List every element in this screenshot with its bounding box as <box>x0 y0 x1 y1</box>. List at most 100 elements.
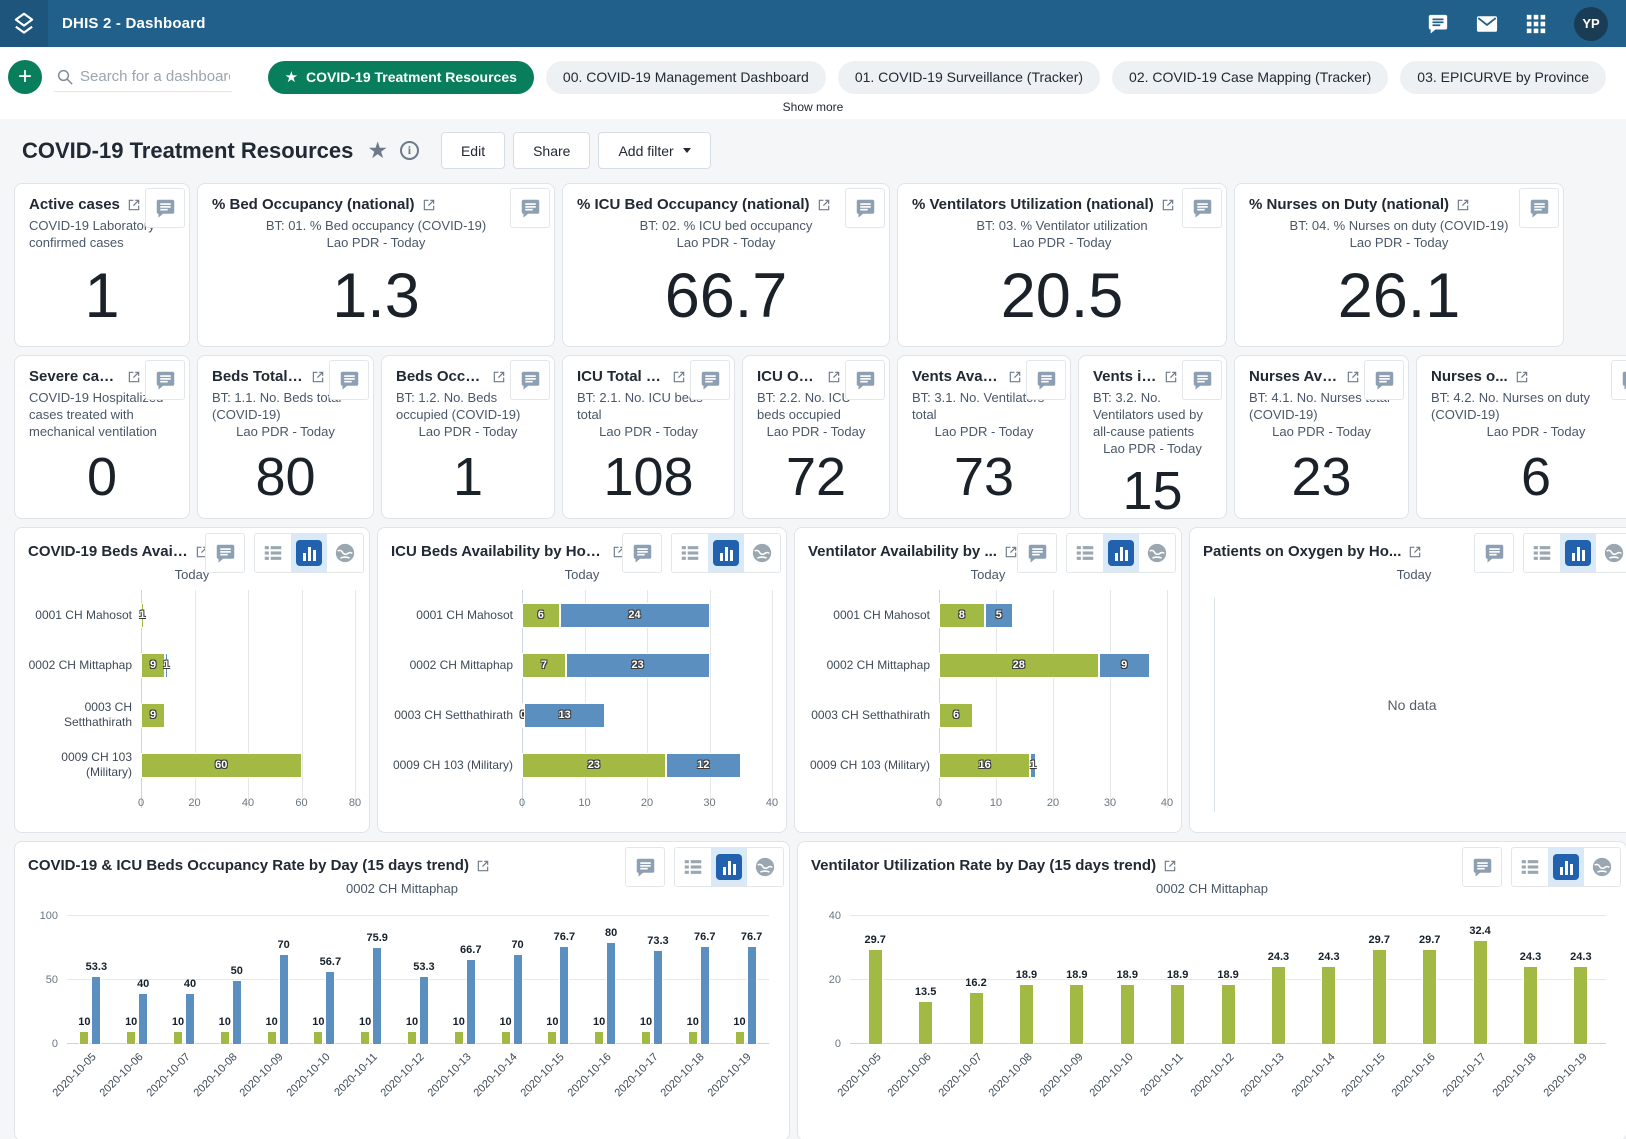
view-as-table-button[interactable] <box>1067 533 1103 573</box>
interpretations-button[interactable] <box>1611 360 1626 400</box>
open-in-app-icon[interactable] <box>827 370 841 384</box>
open-in-app-icon[interactable] <box>492 370 506 384</box>
interpretations-button[interactable] <box>145 188 185 228</box>
add-filter-button[interactable]: Add filter <box>598 132 710 169</box>
interpretations-button[interactable] <box>690 360 730 400</box>
open-in-app-icon[interactable] <box>422 198 436 212</box>
view-as-table-button[interactable] <box>1512 847 1548 887</box>
bar[interactable]: 10 <box>79 1031 89 1044</box>
bar[interactable]: 10 <box>641 1031 651 1044</box>
interpretations-icon[interactable] <box>1427 13 1449 35</box>
interpretations-button[interactable] <box>625 847 665 887</box>
bar[interactable]: 24.3 <box>1271 966 1286 1044</box>
interpretations-button[interactable] <box>1519 188 1559 228</box>
bar[interactable]: 10 <box>313 1031 323 1044</box>
interpretations-button[interactable] <box>510 360 550 400</box>
bar-segment[interactable]: 9 <box>141 653 165 678</box>
apps-grid-icon[interactable] <box>1525 13 1547 35</box>
interpretations-button[interactable] <box>622 533 662 573</box>
open-in-app-icon[interactable] <box>817 198 831 212</box>
bar[interactable]: 10 <box>547 1031 557 1044</box>
bar[interactable]: 18.9 <box>1170 984 1185 1044</box>
bar[interactable]: 10 <box>735 1031 745 1044</box>
edit-button[interactable]: Edit <box>441 132 505 169</box>
bar-segment[interactable]: 13 <box>524 703 605 728</box>
bar[interactable]: 24.3 <box>1321 966 1336 1044</box>
view-as-map-button[interactable] <box>1139 533 1175 573</box>
bar-segment[interactable]: 9 <box>141 703 165 728</box>
view-as-map-button[interactable] <box>1584 847 1620 887</box>
bar[interactable]: 10 <box>220 1031 230 1044</box>
bar[interactable]: 76.7 <box>700 946 710 1044</box>
open-in-app-icon[interactable] <box>1163 859 1177 873</box>
bar[interactable]: 53.3 <box>91 976 101 1044</box>
bar[interactable]: 10 <box>173 1031 183 1044</box>
interpretations-button[interactable] <box>145 360 185 400</box>
bar[interactable]: 18.9 <box>1069 984 1084 1044</box>
bar[interactable]: 66.7 <box>466 959 476 1044</box>
interpretations-button[interactable] <box>329 360 369 400</box>
open-in-app-icon[interactable] <box>1346 370 1360 384</box>
view-as-chart-button[interactable] <box>1548 847 1584 887</box>
bar[interactable]: 10 <box>360 1031 370 1044</box>
bar[interactable]: 40 <box>185 993 195 1044</box>
interpretations-button[interactable] <box>1474 533 1514 573</box>
view-as-table-button[interactable] <box>255 533 291 573</box>
bar-segment[interactable]: 1 <box>165 653 168 678</box>
bar[interactable]: 18.9 <box>1221 984 1236 1044</box>
view-as-map-button[interactable] <box>747 847 783 887</box>
view-as-table-button[interactable] <box>675 847 711 887</box>
interpretations-button[interactable] <box>1182 188 1222 228</box>
info-icon[interactable]: i <box>400 141 419 160</box>
view-as-chart-button[interactable] <box>291 533 327 573</box>
view-as-table-button[interactable] <box>672 533 708 573</box>
interpretations-button[interactable] <box>1462 847 1502 887</box>
bar[interactable]: 29.7 <box>1422 949 1437 1044</box>
open-in-app-icon[interactable] <box>1008 370 1022 384</box>
bar[interactable]: 73.3 <box>653 950 663 1044</box>
interpretations-button[interactable] <box>510 188 550 228</box>
bar[interactable]: 70 <box>279 954 289 1044</box>
bar[interactable]: 24.3 <box>1523 966 1538 1044</box>
bar-segment[interactable]: 23 <box>522 753 666 778</box>
bar-segment[interactable]: 6 <box>522 603 560 628</box>
bar[interactable]: 50 <box>232 980 242 1044</box>
open-in-app-icon[interactable] <box>1515 370 1529 384</box>
interpretations-button[interactable] <box>1182 360 1222 400</box>
open-in-app-icon[interactable] <box>311 370 325 384</box>
bar-segment[interactable]: 8 <box>939 603 985 628</box>
favorite-star-icon[interactable]: ★ <box>367 137 388 164</box>
bar[interactable]: 13.5 <box>918 1001 933 1044</box>
open-in-app-icon[interactable] <box>1161 198 1175 212</box>
view-as-table-button[interactable] <box>1524 533 1560 573</box>
view-as-map-button[interactable] <box>744 533 780 573</box>
bar[interactable]: 75.9 <box>372 947 382 1044</box>
bar-segment[interactable]: 24 <box>560 603 710 628</box>
interpretations-button[interactable] <box>845 360 885 400</box>
dashboard-chip-selected[interactable]: ★ COVID-19 Treatment Resources <box>268 61 534 94</box>
bar[interactable]: 10 <box>454 1031 464 1044</box>
bar[interactable]: 70 <box>513 954 523 1044</box>
dashboard-search[interactable] <box>54 63 232 92</box>
view-as-chart-button[interactable] <box>1560 533 1596 573</box>
open-in-app-icon[interactable] <box>127 370 141 384</box>
bar[interactable]: 18.9 <box>1019 984 1034 1044</box>
bar[interactable]: 56.7 <box>325 971 335 1044</box>
bar-segment[interactable]: 12 <box>666 753 741 778</box>
view-as-chart-button[interactable] <box>708 533 744 573</box>
open-in-app-icon[interactable] <box>1004 545 1018 559</box>
dhis2-logo[interactable] <box>0 0 48 47</box>
bar[interactable]: 16.2 <box>969 992 984 1044</box>
interpretations-button[interactable] <box>205 533 245 573</box>
dashboard-chip[interactable]: 03. EPICURVE by Province <box>1400 61 1606 94</box>
bar[interactable]: 10 <box>594 1031 604 1044</box>
interpretations-button[interactable] <box>1364 360 1404 400</box>
bar[interactable]: 10 <box>407 1031 417 1044</box>
open-in-app-icon[interactable] <box>1408 545 1422 559</box>
bar[interactable]: 40 <box>138 993 148 1044</box>
bar[interactable]: 76.7 <box>559 946 569 1044</box>
bar-segment[interactable]: 23 <box>566 653 710 678</box>
bar-segment[interactable]: 5 <box>985 603 1014 628</box>
share-button[interactable]: Share <box>513 132 590 169</box>
bar[interactable]: 10 <box>267 1031 277 1044</box>
